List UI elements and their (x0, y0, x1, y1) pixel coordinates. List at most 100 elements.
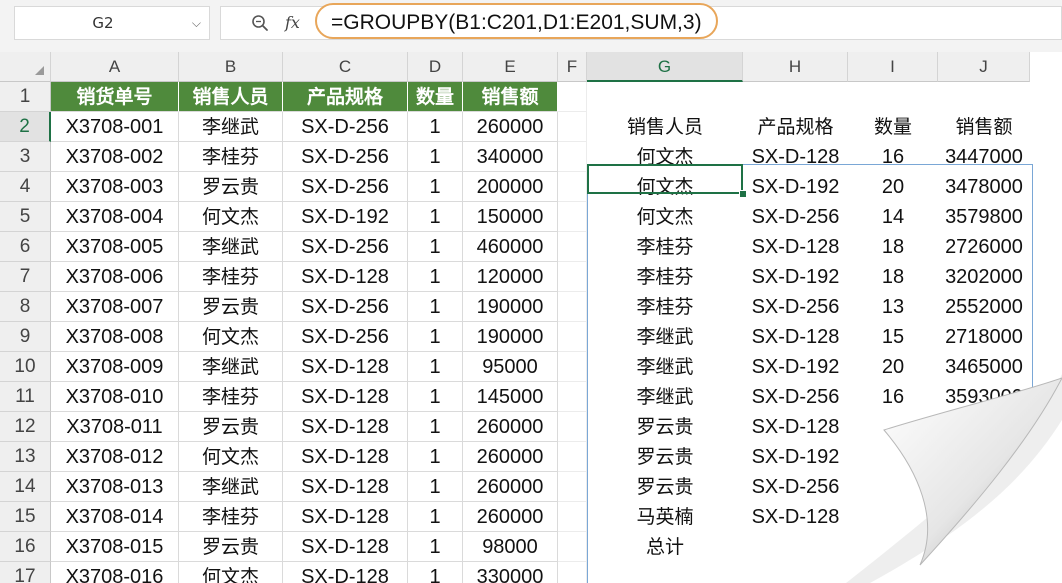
source-cell[interactable]: 李桂芬 (179, 502, 283, 532)
result-cell[interactable]: SX-D-192 (743, 172, 848, 202)
result-cell[interactable]: 罗云贵 (587, 412, 743, 442)
empty-cell[interactable] (558, 202, 587, 232)
fill-handle[interactable] (739, 190, 747, 198)
result-cell[interactable]: 3202000 (938, 262, 1030, 292)
source-cell[interactable]: 200000 (463, 172, 558, 202)
result-cell[interactable]: 15 (848, 322, 938, 352)
row-header-14[interactable]: 14 (0, 472, 51, 502)
empty-cell[interactable] (558, 472, 587, 502)
result-cell[interactable]: 何文杰 (587, 142, 743, 172)
source-cell[interactable]: 罗云贵 (179, 412, 283, 442)
result-cell[interactable] (743, 532, 848, 562)
result-cell[interactable]: 18 (848, 232, 938, 262)
row-header-7[interactable]: 7 (0, 262, 51, 292)
name-box[interactable]: G2 ⌵ (14, 6, 210, 40)
source-cell[interactable]: 何文杰 (179, 322, 283, 352)
empty-cell[interactable] (558, 112, 587, 142)
source-cell[interactable]: 95000 (463, 352, 558, 382)
result-cell[interactable]: SX-D-256 (743, 292, 848, 322)
empty-cell[interactable] (558, 352, 587, 382)
source-cell[interactable]: 何文杰 (179, 202, 283, 232)
source-cell[interactable]: X3708-015 (51, 532, 179, 562)
result-cell[interactable]: 2726000 (938, 232, 1030, 262)
source-cell[interactable]: X3708-013 (51, 472, 179, 502)
column-header-h[interactable]: H (743, 52, 848, 82)
source-cell[interactable]: 何文杰 (179, 442, 283, 472)
source-cell[interactable]: SX-D-128 (283, 352, 408, 382)
source-header-cell[interactable]: 数量 (408, 82, 463, 112)
source-cell[interactable]: SX-D-128 (283, 382, 408, 412)
source-cell[interactable]: SX-D-256 (283, 112, 408, 142)
source-cell[interactable]: SX-D-256 (283, 172, 408, 202)
source-cell[interactable]: SX-D-128 (283, 562, 408, 583)
source-cell[interactable]: 1 (408, 202, 463, 232)
result-header-cell[interactable]: 产品规格 (743, 112, 848, 142)
row-header-10[interactable]: 10 (0, 352, 51, 382)
source-cell[interactable]: 李桂芬 (179, 142, 283, 172)
source-cell[interactable]: 何文杰 (179, 562, 283, 583)
result-header-cell[interactable]: 销售额 (938, 112, 1030, 142)
source-cell[interactable]: 1 (408, 142, 463, 172)
row-header-9[interactable]: 9 (0, 322, 51, 352)
source-cell[interactable]: SX-D-256 (283, 232, 408, 262)
result-cell[interactable] (938, 472, 1030, 502)
source-cell[interactable]: 1 (408, 322, 463, 352)
empty-cell[interactable] (558, 262, 587, 292)
column-header-a[interactable]: A (51, 52, 179, 82)
source-cell[interactable]: SX-D-128 (283, 412, 408, 442)
row-header-13[interactable]: 13 (0, 442, 51, 472)
source-cell[interactable]: 340000 (463, 142, 558, 172)
result-cell[interactable]: 14 (848, 202, 938, 232)
source-cell[interactable]: 260000 (463, 472, 558, 502)
empty-cell[interactable] (558, 382, 587, 412)
empty-cell[interactable] (558, 232, 587, 262)
result-cell[interactable]: 18 (848, 262, 938, 292)
empty-cell[interactable] (558, 292, 587, 322)
source-cell[interactable]: 260000 (463, 442, 558, 472)
source-cell[interactable]: 1 (408, 412, 463, 442)
source-cell[interactable]: SX-D-128 (283, 502, 408, 532)
source-cell[interactable]: SX-D-128 (283, 442, 408, 472)
source-cell[interactable]: 1 (408, 352, 463, 382)
result-cell[interactable]: SX-D-128 (743, 232, 848, 262)
source-cell[interactable]: X3708-012 (51, 442, 179, 472)
result-cell[interactable] (938, 532, 1030, 562)
result-cell[interactable]: SX-D-128 (743, 322, 848, 352)
source-cell[interactable]: 李桂芬 (179, 382, 283, 412)
source-cell[interactable]: 李继武 (179, 352, 283, 382)
column-header-g[interactable]: G (587, 52, 743, 82)
row-header-3[interactable]: 3 (0, 142, 51, 172)
source-header-cell[interactable]: 销售额 (463, 82, 558, 112)
source-cell[interactable]: 李桂芬 (179, 262, 283, 292)
result-cell[interactable] (938, 502, 1030, 532)
result-cell[interactable]: 罗云贵 (587, 442, 743, 472)
empty-cell[interactable] (558, 502, 587, 532)
result-cell[interactable]: 李桂芬 (587, 292, 743, 322)
column-header-j[interactable]: J (938, 52, 1030, 82)
result-cell[interactable]: 李继武 (587, 352, 743, 382)
result-cell[interactable]: 16 (848, 382, 938, 412)
formula-input-area[interactable]: fx =GROUPBY(B1:C201,D1:E201,SUM,3) (220, 3, 1062, 40)
result-cell[interactable] (938, 412, 1030, 442)
source-cell[interactable]: 李继武 (179, 112, 283, 142)
source-cell[interactable]: 460000 (463, 232, 558, 262)
result-cell[interactable]: 李继武 (587, 322, 743, 352)
result-cell[interactable] (848, 412, 938, 442)
result-cell[interactable]: 3447000 (938, 142, 1030, 172)
zoom-icon[interactable] (251, 14, 269, 32)
result-cell[interactable]: 3579800 (938, 202, 1030, 232)
result-cell[interactable]: 何文杰 (587, 202, 743, 232)
formula-text[interactable]: =GROUPBY(B1:C201,D1:E201,SUM,3) (315, 3, 718, 39)
source-cell[interactable]: 1 (408, 382, 463, 412)
result-cell[interactable]: 总计 (587, 532, 743, 562)
source-cell[interactable]: 260000 (463, 112, 558, 142)
source-cell[interactable]: 260000 (463, 502, 558, 532)
row-header-15[interactable]: 15 (0, 502, 51, 532)
result-cell[interactable]: SX-D-128 (743, 412, 848, 442)
empty-cell[interactable] (558, 172, 587, 202)
row-header-17[interactable]: 17 (0, 562, 51, 583)
empty-cell[interactable] (558, 412, 587, 442)
source-cell[interactable]: 1 (408, 232, 463, 262)
row-header-5[interactable]: 5 (0, 202, 51, 232)
empty-cell[interactable] (558, 532, 587, 562)
